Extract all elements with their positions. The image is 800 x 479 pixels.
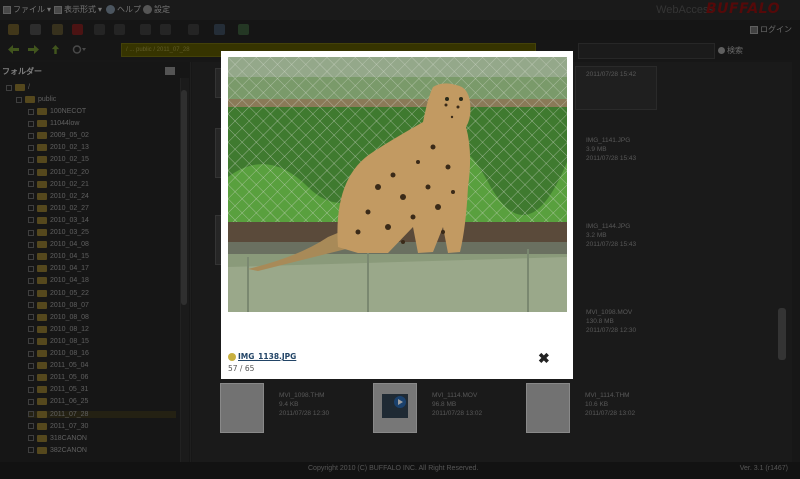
image-file-icon xyxy=(228,352,236,361)
lightbox-caption: IMG_1138.JPG xyxy=(228,352,296,361)
lightbox-filename[interactable]: IMG_1138.JPG xyxy=(238,352,296,361)
preview-image[interactable] xyxy=(228,57,567,312)
lightbox-counter: 57 / 65 xyxy=(228,364,255,373)
leopard-photo xyxy=(228,57,567,312)
close-button[interactable]: ✖ xyxy=(538,351,550,365)
